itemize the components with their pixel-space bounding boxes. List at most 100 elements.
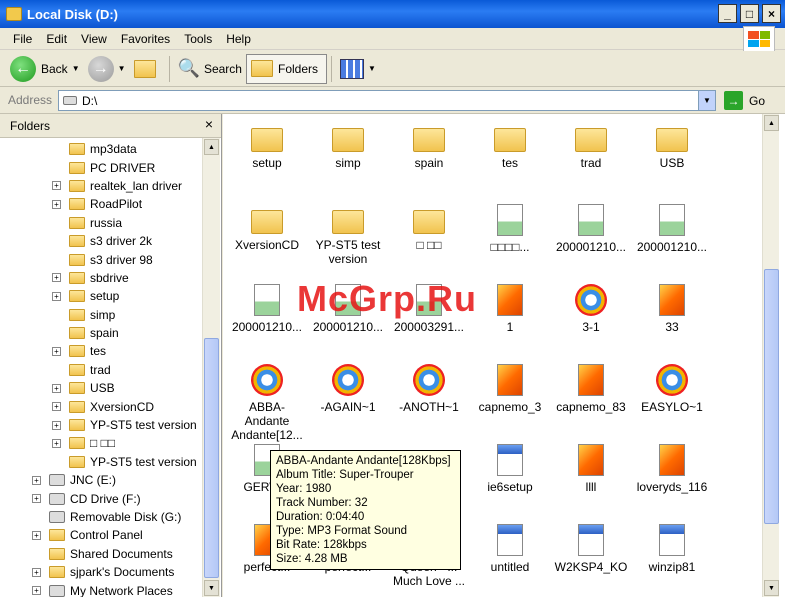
tree-item[interactable]: + YP-ST5 test version (0, 416, 202, 434)
chevron-down-icon[interactable]: ▼ (118, 64, 126, 73)
file-item[interactable]: simp (308, 122, 388, 170)
scroll-up-arrow[interactable]: ▲ (764, 115, 779, 131)
expand-icon[interactable]: + (52, 346, 61, 356)
tree-item[interactable]: spain (0, 324, 202, 342)
tree-item[interactable]: Shared Documents (0, 545, 202, 563)
tree-item-label: Shared Documents (70, 546, 173, 561)
tree-item[interactable]: russia (0, 214, 202, 232)
tree-item[interactable]: + sjpark's Documents (0, 563, 202, 581)
menu-help[interactable]: Help (219, 32, 258, 46)
scrollbar-thumb[interactable] (204, 338, 219, 578)
file-item[interactable]: □ □□ (389, 204, 469, 252)
tree-item[interactable]: + sbdrive (0, 269, 202, 287)
tree-item[interactable]: + USB (0, 379, 202, 397)
file-item[interactable]: -AGAIN~1 (308, 364, 388, 414)
expand-icon[interactable]: + (52, 199, 61, 209)
menu-view[interactable]: View (74, 32, 114, 46)
tree-item[interactable]: + realtek_lan driver (0, 177, 202, 195)
tree-item[interactable]: + My Network Places (0, 581, 202, 597)
chevron-down-icon[interactable]: ▼ (72, 64, 80, 73)
tree-item[interactable]: s3 driver 2k (0, 232, 202, 250)
expand-icon[interactable]: + (32, 530, 41, 540)
tooltip-line: Bit Rate: 128kbps (276, 539, 367, 551)
file-item[interactable]: 3-1 (551, 284, 631, 334)
folders-button[interactable]: Folders (245, 53, 327, 84)
expand-icon[interactable]: + (52, 420, 61, 430)
expand-icon[interactable]: + (32, 494, 41, 504)
tree-item[interactable]: + RoadPilot (0, 195, 202, 213)
tree-item[interactable]: + setup (0, 287, 202, 305)
close-icon[interactable]: × (205, 116, 213, 132)
tree-item[interactable]: mp3data (0, 140, 202, 158)
file-item[interactable]: 1 (470, 284, 550, 334)
file-item[interactable]: YP-ST5 test version (308, 204, 388, 266)
file-item[interactable]: □□□□... (470, 204, 550, 254)
file-item[interactable]: 33 (632, 284, 712, 334)
file-item[interactable]: ie6setup (470, 444, 550, 494)
tree-item[interactable]: + JNC (E:) (0, 471, 202, 489)
file-item[interactable]: ABBA-Andante Andante[12... (227, 364, 307, 442)
tree-item[interactable]: simp (0, 306, 202, 324)
file-list-scrollbar[interactable]: ▲ ▼ (762, 114, 779, 597)
tree-item[interactable]: Removable Disk (G:) (0, 508, 202, 526)
expand-icon[interactable]: + (32, 475, 41, 485)
menu-edit[interactable]: Edit (39, 32, 74, 46)
file-item[interactable]: tes (470, 122, 550, 170)
close-button[interactable]: × (762, 4, 781, 23)
back-button[interactable]: ← Back ▼ (6, 54, 84, 84)
tree-item[interactable]: + XversionCD (0, 397, 202, 415)
maximize-button[interactable]: □ (740, 4, 759, 23)
menu-favorites[interactable]: Favorites (114, 32, 177, 46)
file-item[interactable]: capnemo_3 (470, 364, 550, 414)
expand-icon[interactable]: + (52, 181, 61, 191)
file-item[interactable]: USB (632, 122, 712, 170)
tree-item[interactable]: + Control Panel (0, 526, 202, 544)
scroll-down-arrow[interactable]: ▼ (764, 580, 779, 596)
file-item[interactable]: XversionCD (227, 204, 307, 252)
views-button[interactable]: ▼ (336, 54, 380, 84)
minimize-button[interactable]: _ (718, 4, 737, 23)
expand-icon[interactable]: + (32, 567, 41, 577)
file-item[interactable]: trad (551, 122, 631, 170)
expand-icon[interactable]: + (52, 438, 61, 448)
tree-item[interactable]: + tes (0, 342, 202, 360)
file-item[interactable]: llll (551, 444, 631, 494)
folder-tree-scrollbar[interactable]: ▲ ▼ (202, 138, 220, 597)
file-item[interactable]: 200001210... (551, 204, 631, 254)
file-item[interactable]: spain (389, 122, 469, 170)
expand-icon[interactable]: + (52, 291, 61, 301)
menu-file[interactable]: File (6, 32, 39, 46)
scroll-down-arrow[interactable]: ▼ (204, 580, 219, 596)
file-item[interactable]: W2KSP4_KO (551, 524, 631, 574)
forward-button[interactable]: → ▼ (84, 54, 130, 84)
file-item[interactable]: 200001210... (227, 284, 307, 334)
search-button[interactable]: 🔍 Search (174, 54, 246, 84)
menu-tools[interactable]: Tools (177, 32, 219, 46)
file-item[interactable]: 200001210... (632, 204, 712, 254)
tree-item[interactable]: + □ □□ (0, 434, 202, 452)
expand-icon[interactable]: + (52, 273, 61, 283)
expand-icon[interactable]: + (52, 402, 61, 412)
tree-item[interactable]: + CD Drive (F:) (0, 489, 202, 507)
file-item[interactable]: -ANOTH~1 (389, 364, 469, 414)
file-item[interactable]: EASYLO~1 (632, 364, 712, 414)
tree-item[interactable]: s3 driver 98 (0, 250, 202, 268)
expand-icon[interactable]: + (52, 383, 61, 393)
scrollbar-thumb[interactable] (764, 269, 779, 524)
file-item[interactable]: capnemo_83 (551, 364, 631, 414)
tree-item[interactable]: trad (0, 361, 202, 379)
file-item[interactable]: winzip81 (632, 524, 712, 574)
go-button[interactable]: → Go (724, 91, 765, 110)
scroll-up-arrow[interactable]: ▲ (204, 139, 219, 155)
file-item[interactable]: untitled (470, 524, 550, 574)
file-item-label: -ANOTH~1 (399, 400, 459, 414)
address-dropdown-button[interactable]: ▼ (698, 91, 715, 110)
expand-icon[interactable]: + (32, 586, 41, 596)
file-item[interactable]: setup (227, 122, 307, 170)
address-input[interactable]: D:\ ▼ (58, 90, 716, 111)
up-folder-button[interactable] (130, 54, 165, 84)
chevron-down-icon[interactable]: ▼ (368, 64, 376, 73)
tree-item[interactable]: YP-ST5 test version (0, 453, 202, 471)
file-item[interactable]: loveryds_116 (632, 444, 712, 494)
tree-item[interactable]: PC DRIVER (0, 158, 202, 176)
